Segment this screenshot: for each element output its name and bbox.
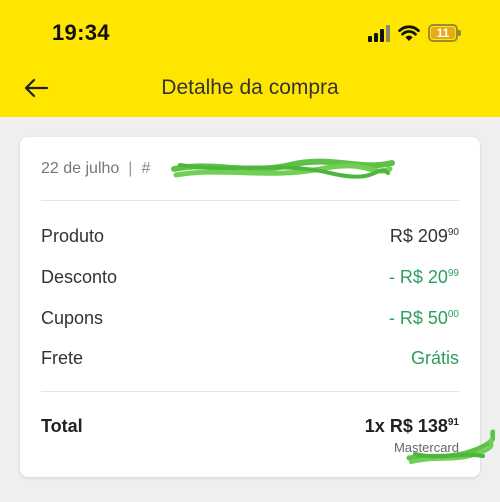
- row-label: Desconto: [41, 266, 118, 287]
- divider: [41, 391, 459, 392]
- order-info: 22 de julho | #: [41, 160, 150, 178]
- total-label: Total: [41, 415, 83, 436]
- summary-row-cupons: Cupons - R$ 5000: [41, 303, 459, 333]
- status-time: 19:34: [52, 20, 110, 45]
- cellular-signal-icon: [368, 24, 390, 42]
- summary-row-frete: Frete Grátis: [41, 343, 459, 373]
- battery-icon: 11: [428, 24, 461, 42]
- page-title: Detalhe da compra: [161, 76, 339, 99]
- summary-row-desconto: Desconto - R$ 2099: [41, 262, 459, 292]
- status-icons: 11: [368, 23, 461, 43]
- total-row: Total 1x R$ 13891: [41, 411, 459, 441]
- redaction-scribble: [406, 429, 495, 464]
- row-value: - R$ 2099: [388, 266, 459, 287]
- row-value: - R$ 5000: [388, 307, 459, 328]
- divider: [41, 200, 459, 201]
- header-bar: 19:34 11 Detalhe da compra: [0, 0, 500, 117]
- row-label: Frete: [41, 347, 84, 368]
- summary-row-produto: Produto R$ 20990: [41, 221, 459, 251]
- purchase-detail-card: 22 de julho | # Produto R$ 20990 Descont…: [20, 137, 495, 477]
- row-label: Produto: [41, 225, 105, 246]
- wifi-icon: [398, 24, 420, 41]
- redaction-scribble: [171, 158, 395, 179]
- row-value: R$ 20990: [389, 225, 459, 246]
- order-date: 22 de julho: [41, 160, 120, 177]
- row-value: Grátis: [410, 347, 459, 368]
- order-id: #: [141, 160, 151, 177]
- row-label: Cupons: [41, 307, 104, 328]
- order-separator: |: [128, 160, 133, 177]
- battery-level: 11: [431, 27, 455, 39]
